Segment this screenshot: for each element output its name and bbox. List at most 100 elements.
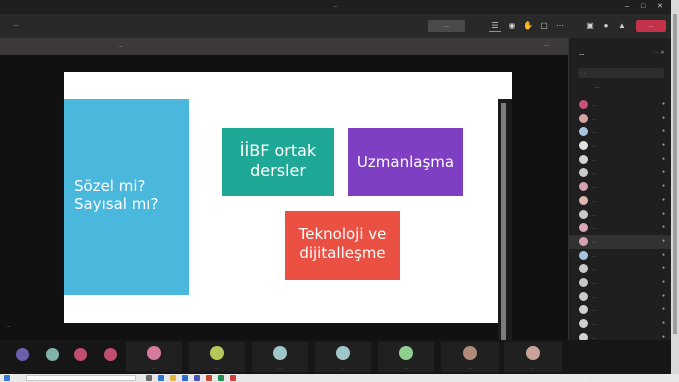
avatar	[579, 154, 588, 164]
participant-tile[interactable]: …	[315, 342, 371, 372]
slide-box-iibf-line-2: dersler	[250, 161, 306, 180]
participant-row[interactable]: … ●	[569, 290, 671, 304]
participant-name: …	[592, 238, 596, 244]
leave-button[interactable]: …	[636, 20, 666, 32]
microphone-muted-icon: ●	[662, 224, 666, 231]
word-icon[interactable]	[182, 375, 188, 381]
notification-banner: … …	[0, 38, 568, 55]
share-screen-icon[interactable]: ▲	[616, 20, 628, 32]
participant-row[interactable]: … ●	[569, 276, 671, 290]
participants-icon[interactable]: ☰	[489, 20, 501, 32]
participants-section-header[interactable]: …	[595, 84, 600, 89]
excel-icon[interactable]	[218, 375, 224, 381]
microphone-muted-icon: ●	[662, 320, 666, 326]
teams-meeting-window: … – □ ✕ … … ☰ ◉ ✋ ▢ ⋯ ▣ ● ▲ … … … Sözel …	[0, 0, 679, 382]
participant-row[interactable]: … ●	[569, 180, 671, 194]
microphone-muted-icon: ●	[662, 210, 666, 217]
page-scrollbar[interactable]	[671, 0, 679, 374]
slide-scroll-edge	[498, 99, 512, 351]
participant-tile-name: …	[152, 366, 156, 370]
slide-box-iibf: İİBF ortak dersler	[222, 128, 334, 196]
window-titlebar: … – □ ✕	[0, 0, 671, 14]
participant-row[interactable]: … ●	[569, 208, 671, 222]
powerpoint-icon[interactable]	[206, 375, 212, 381]
task-view-icon[interactable]	[146, 375, 152, 381]
participant-row[interactable]: … ●	[569, 98, 671, 112]
participant-tile[interactable]: …	[504, 342, 562, 372]
participant-name: …	[592, 184, 596, 190]
slide-scrollbar[interactable]	[501, 103, 506, 351]
participant-tile[interactable]: …	[252, 342, 308, 372]
participant-name: …	[592, 225, 596, 231]
maximize-icon[interactable]: □	[641, 2, 645, 11]
participant-row[interactable]: … ●	[569, 125, 671, 139]
microphone-muted-icon: ●	[662, 292, 666, 299]
chat-icon[interactable]: ◉	[506, 20, 518, 32]
taskbar-search-placeholder: …	[33, 376, 37, 380]
participant-tile[interactable]: …	[378, 342, 434, 372]
participant-name: …	[592, 211, 596, 217]
minimize-icon[interactable]: –	[625, 2, 629, 11]
microphone-muted-icon: ●	[662, 142, 666, 149]
microphone-muted-icon: ●	[662, 155, 666, 162]
panel-close-icon[interactable]: ⋯ ✕	[654, 50, 665, 56]
avatar	[399, 346, 413, 360]
avatar	[579, 168, 588, 178]
file-explorer-icon[interactable]	[170, 375, 176, 381]
avatar	[579, 277, 588, 287]
participant-row[interactable]: … ●	[569, 303, 671, 317]
participant-row[interactable]: … ●	[569, 262, 671, 276]
raise-hand-icon[interactable]: ✋	[522, 20, 534, 32]
participant-search-input[interactable]: …	[578, 68, 664, 78]
participant-row[interactable]: … ●	[569, 112, 671, 126]
slide-box-teknoloji-line-2: dijitalleşme	[299, 244, 386, 262]
microphone-muted-icon: ●	[662, 333, 666, 340]
banner-dismiss-button[interactable]: …	[544, 42, 549, 48]
participant-tile[interactable]: …	[126, 342, 182, 372]
participant-row[interactable]: … ●	[569, 234, 671, 249]
participant-row[interactable]: … ●	[569, 194, 671, 208]
avatar	[579, 141, 588, 151]
participant-avatar[interactable]	[16, 348, 29, 361]
window-title: …	[333, 3, 338, 9]
teams-icon[interactable]	[194, 375, 200, 381]
microphone-icon[interactable]: ●	[600, 20, 612, 32]
microphone-muted-icon: ●	[662, 265, 666, 272]
participant-tile[interactable]: …	[189, 342, 245, 372]
participant-avatar[interactable]	[104, 348, 117, 361]
participant-row[interactable]: … ●	[569, 139, 671, 153]
avatar	[273, 346, 287, 360]
camera-icon[interactable]: ▣	[584, 20, 596, 32]
participant-name: …	[592, 252, 596, 258]
participant-tile-name: …	[468, 366, 472, 370]
meeting-timer: …	[13, 22, 19, 28]
participant-row[interactable]: … ●	[569, 166, 671, 180]
avatar	[579, 100, 588, 109]
participant-avatar[interactable]	[46, 348, 59, 361]
edge-browser-icon[interactable]	[158, 375, 164, 381]
participant-row[interactable]: … ●	[569, 221, 671, 235]
participant-name: …	[592, 307, 596, 313]
participant-row[interactable]: … ●	[569, 317, 671, 331]
participant-tile-strip: …………………	[0, 340, 671, 374]
presentation-slide: Sözel mi? Sayısal mı? İİBF ortak dersler…	[64, 72, 512, 323]
participant-row[interactable]: … ●	[569, 249, 671, 263]
taskbar-search-input[interactable]: …	[26, 375, 136, 381]
page-scrollbar-thumb[interactable]	[673, 14, 677, 334]
participant-name: …	[592, 279, 596, 285]
close-icon[interactable]: ✕	[657, 2, 663, 11]
participant-row[interactable]: … ●	[569, 153, 671, 167]
slide-box-uzmanlasma: Uzmanlaşma	[348, 128, 463, 196]
slide-box-teknoloji: Teknoloji ve dijitalleşme	[285, 211, 400, 280]
participant-name: …	[592, 170, 596, 176]
participant-avatar[interactable]	[74, 348, 87, 361]
slide-box-teknoloji-line-1: Teknoloji ve	[298, 225, 387, 243]
start-icon[interactable]	[4, 375, 10, 381]
participant-tile[interactable]: …	[441, 342, 499, 372]
stop-sharing-button[interactable]: …	[428, 20, 465, 32]
rooms-icon[interactable]: ▢	[538, 20, 550, 32]
more-options-icon[interactable]: ⋯	[554, 20, 566, 32]
app-icon[interactable]	[230, 375, 236, 381]
microphone-muted-icon: ●	[662, 183, 666, 190]
participant-name: …	[592, 129, 596, 135]
